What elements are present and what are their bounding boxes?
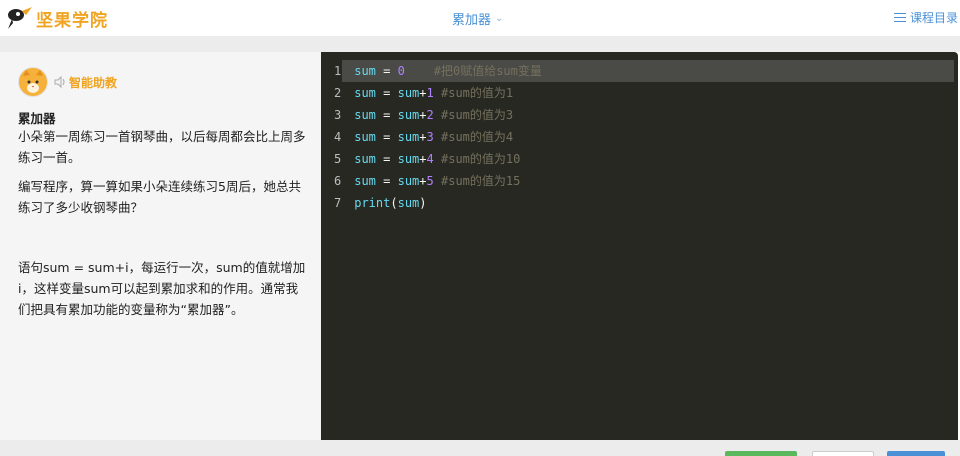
lesson-selector[interactable]: 累加器 ⌄	[452, 9, 503, 28]
line-number: 4	[334, 130, 342, 144]
logo[interactable]: 坚果学院	[4, 4, 108, 32]
code-token: sum	[354, 108, 376, 122]
cat-avatar-icon	[18, 67, 48, 97]
logo-text: 坚果学院	[36, 10, 108, 31]
code-comment: #sum的值为3	[441, 108, 514, 122]
code-line[interactable]: 4 sum = sum+3 #sum的值为4	[334, 126, 513, 148]
code-token: +	[419, 108, 427, 122]
code-token: sum	[354, 152, 376, 166]
code-token: (	[390, 196, 398, 210]
code-token: sum	[397, 130, 420, 144]
code-token: =	[375, 130, 398, 144]
lesson-title: 累加器	[452, 13, 492, 28]
code-token: +	[419, 130, 427, 144]
submit-button[interactable]	[887, 451, 945, 456]
code-comment: #sum的值为4	[441, 130, 514, 144]
code-token: =	[375, 152, 398, 166]
code-comment: #sum的值为10	[441, 152, 521, 166]
catalog-button[interactable]: 课程目录	[893, 9, 958, 26]
code-line[interactable]: 6 sum = sum+5 #sum的值为15	[334, 170, 520, 192]
line-number: 7	[334, 196, 342, 210]
code-token: sum	[354, 130, 376, 144]
lesson-paragraph-3: 语句sum = sum+i，每运行一次，sum的值就增加i，这样变量sum可以起…	[18, 260, 306, 317]
assistant-label: 智能助教	[69, 75, 118, 90]
lesson-paragraph-1: 小朵第一周练习一首钢琴曲，以后每周都会比上周多练习一首。	[18, 129, 306, 165]
line-number: 6	[334, 174, 342, 188]
code-comment: #sum的值为15	[441, 174, 521, 188]
line-number: 5	[334, 152, 342, 166]
code-token: )	[419, 196, 427, 210]
code-token: =	[375, 108, 398, 122]
code-token: sum	[397, 86, 420, 100]
reset-button[interactable]	[812, 451, 874, 456]
code-token: 1	[426, 86, 434, 100]
code-token: 2	[426, 108, 434, 122]
code-token: =	[375, 86, 398, 100]
code-line[interactable]: 5 sum = sum+4 #sum的值为10	[334, 148, 520, 170]
line-number: 1	[334, 64, 342, 78]
code-token: sum	[354, 174, 376, 188]
code-token: =	[375, 64, 398, 78]
list-icon	[893, 13, 906, 22]
code-token: +	[419, 152, 427, 166]
line-number: 2	[334, 86, 342, 100]
code-line[interactable]: 7 print(sum)	[334, 192, 427, 214]
code-token: +	[419, 86, 427, 100]
code-token: sum	[397, 196, 420, 210]
line-number: 3	[334, 108, 342, 122]
code-token: +	[419, 174, 427, 188]
top-bar: 坚果学院 累加器 ⌄ 课程目录	[0, 0, 960, 36]
assistant-header[interactable]: 智能助教	[18, 67, 117, 97]
header-divider	[0, 36, 960, 52]
code-comment: #把0赋值给sum变量	[433, 64, 542, 78]
code-line[interactable]: 3 sum = sum+2 #sum的值为3	[334, 104, 513, 126]
code-token: print	[354, 196, 391, 210]
code-token: 0	[397, 64, 405, 78]
code-token: 4	[426, 152, 434, 166]
code-comment: #sum的值为1	[441, 86, 514, 100]
lesson-paragraph-2: 编写程序，算一算如果小朵连续练习5周后，她总共练习了多少收钢琴曲？	[18, 179, 301, 215]
catalog-label: 课程目录	[909, 11, 958, 25]
code-token: sum	[397, 152, 420, 166]
code-line[interactable]: 1 sum = 0 #把0赋值给sum变量	[334, 60, 954, 82]
code-token: sum	[397, 108, 420, 122]
code-token: =	[375, 174, 398, 188]
code-line[interactable]: 2 sum = sum+1 #sum的值为1	[334, 82, 513, 104]
code-editor[interactable]: 1 sum = 0 #把0赋值给sum变量 2 sum = sum+1 #sum…	[321, 52, 958, 440]
code-token: 5	[426, 174, 434, 188]
pen-logo-icon	[8, 7, 32, 29]
code-token: sum	[397, 174, 420, 188]
code-token: 3	[426, 130, 434, 144]
run-button[interactable]	[725, 451, 797, 456]
code-token: sum	[354, 86, 376, 100]
chevron-down-icon: ⌄	[495, 13, 504, 24]
instruction-panel: 智能助教 累加器 小朵第一周练习一首钢琴曲，以后每周都会比上周多练习一首。 编写…	[0, 52, 321, 440]
code-token: sum	[354, 64, 376, 78]
speaker-icon[interactable]	[53, 75, 67, 89]
